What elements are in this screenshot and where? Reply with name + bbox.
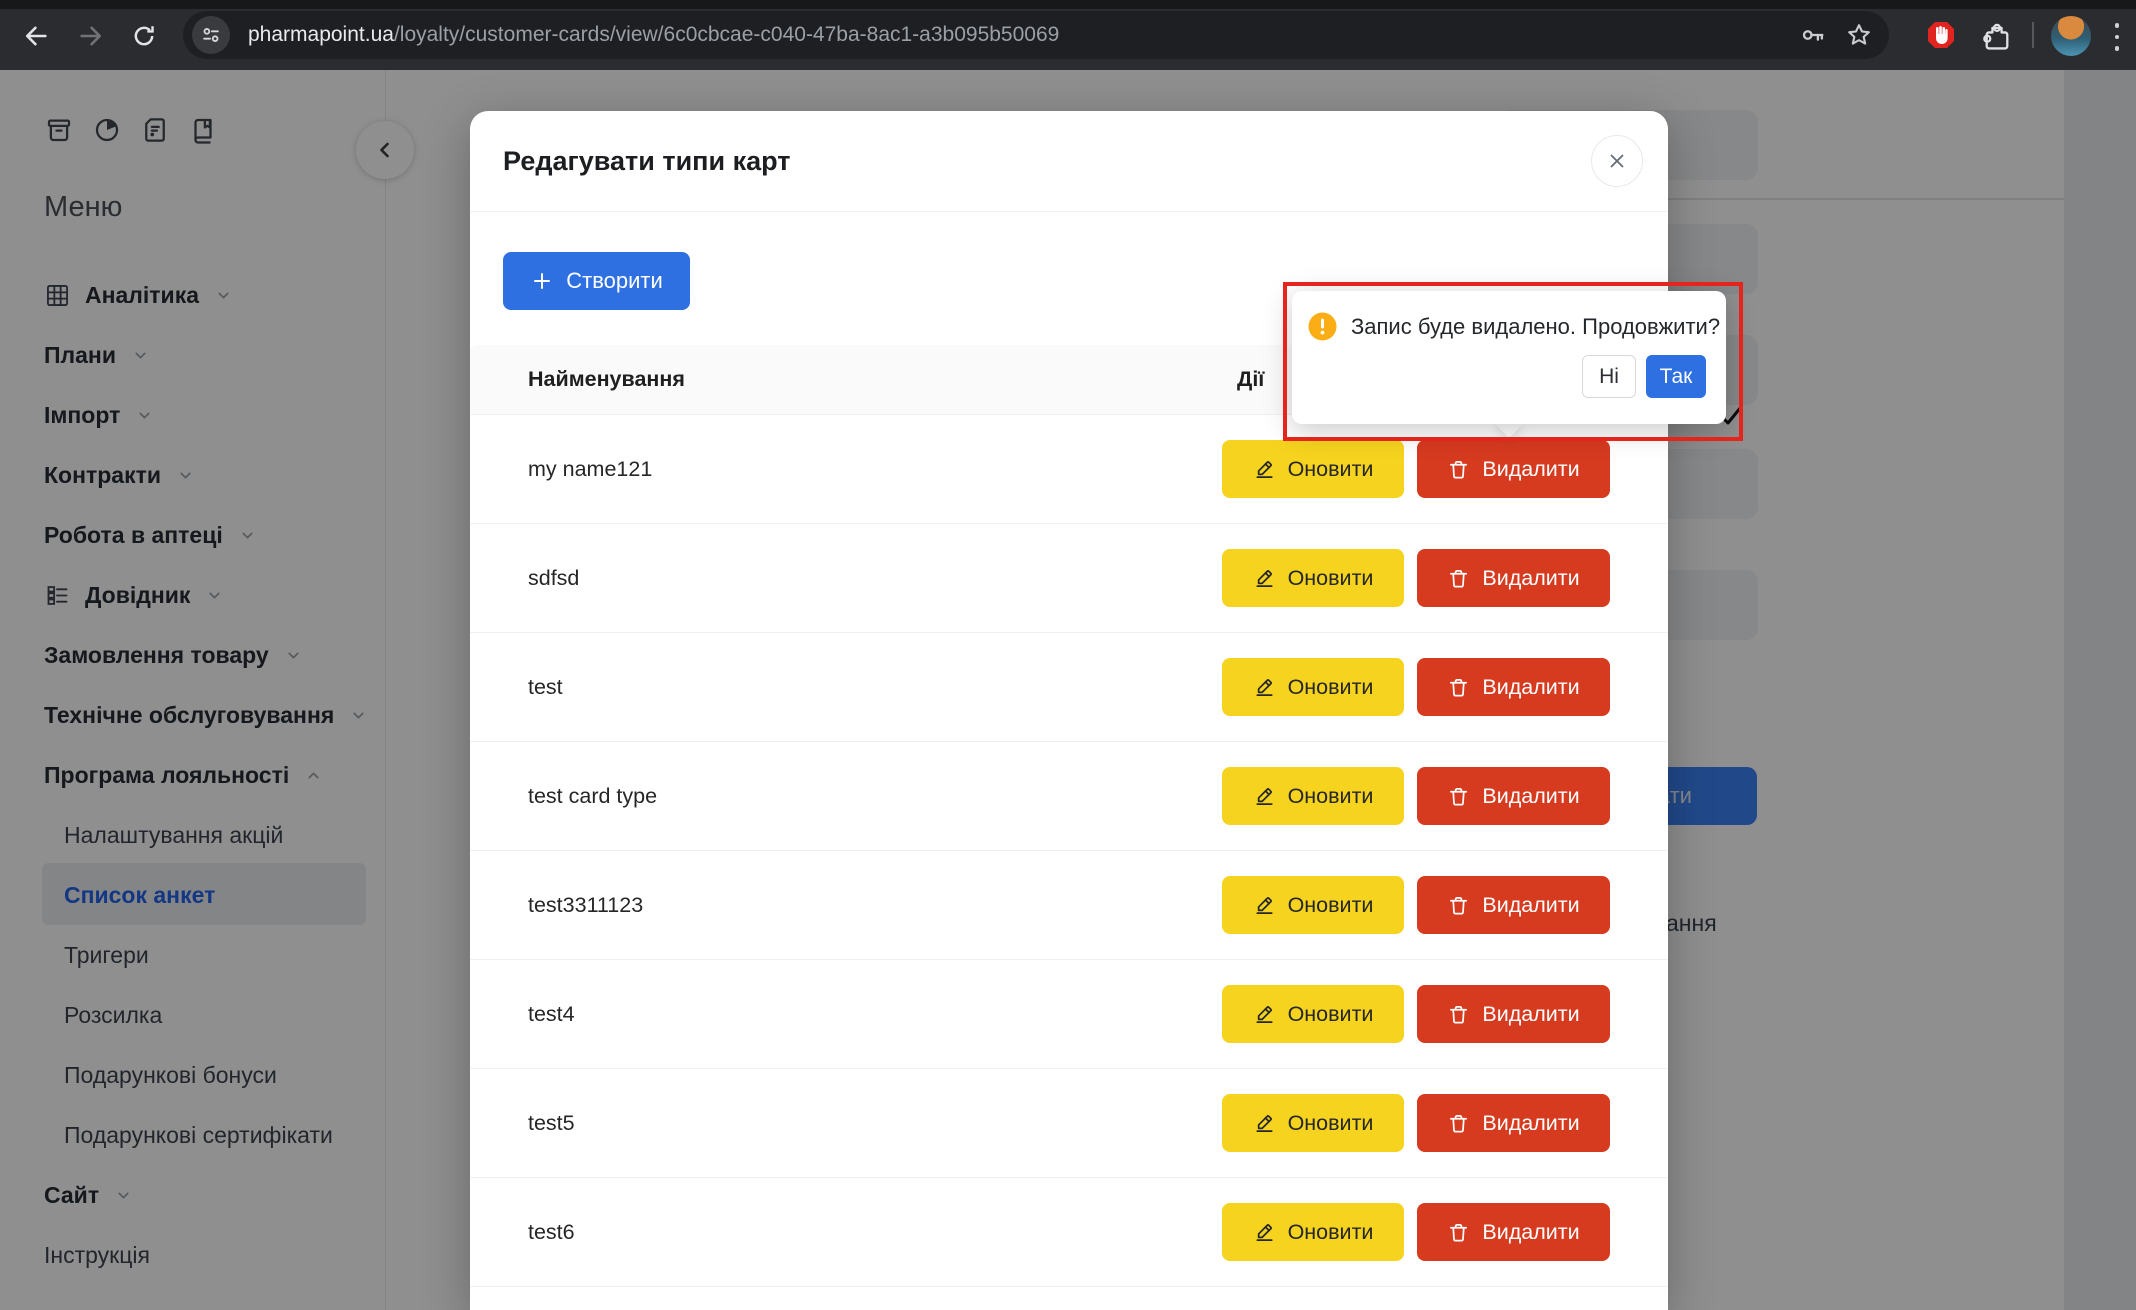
edit-pencil-icon: [1253, 567, 1276, 590]
plus-icon: [530, 269, 554, 293]
update-button[interactable]: Оновити: [1222, 876, 1404, 934]
warning-icon: [1308, 312, 1337, 341]
table-row: test5 Оновити Видалити: [470, 1069, 1668, 1178]
site-settings-icon[interactable]: [192, 16, 230, 54]
trash-icon: [1447, 1112, 1470, 1135]
trash-icon: [1447, 785, 1470, 808]
confirm-yes-button[interactable]: Так: [1646, 355, 1706, 398]
trash-icon: [1447, 567, 1470, 590]
create-button[interactable]: Створити: [503, 252, 690, 310]
delete-button[interactable]: Видалити: [1417, 985, 1610, 1043]
column-name-header: Найменування: [528, 367, 685, 392]
card-types-table: Найменування Дії my name121 Оновити Вида…: [470, 345, 1668, 1287]
update-button[interactable]: Оновити: [1222, 440, 1404, 498]
extensions-puzzle-icon[interactable]: [1981, 21, 2013, 53]
trash-icon: [1447, 676, 1470, 699]
update-button[interactable]: Оновити: [1222, 549, 1404, 607]
edit-pencil-icon: [1253, 458, 1276, 481]
chrome-menu-icon[interactable]: [2110, 21, 2124, 53]
edit-pencil-icon: [1253, 785, 1276, 808]
update-button[interactable]: Оновити: [1222, 1094, 1404, 1152]
window-frame: [0, 0, 2136, 9]
delete-button[interactable]: Видалити: [1417, 549, 1610, 607]
table-row: sdfsd Оновити Видалити: [470, 524, 1668, 633]
delete-button[interactable]: Видалити: [1417, 767, 1610, 825]
card-type-name: sdfsd: [528, 566, 1222, 591]
screenshot-root: pharmapoint.ua/loyalty/customer-cards/vi…: [0, 0, 2136, 1310]
popconfirm-message: Запис буде видалено. Продовжити?: [1351, 313, 1720, 341]
card-type-name: test3311123: [528, 893, 1222, 918]
delete-button[interactable]: Видалити: [1417, 876, 1610, 934]
card-type-name: test: [528, 675, 1222, 700]
card-type-name: test6: [528, 1220, 1222, 1245]
trash-icon: [1447, 1003, 1470, 1026]
delete-button[interactable]: Видалити: [1417, 1203, 1610, 1261]
edit-pencil-icon: [1253, 676, 1276, 699]
update-button[interactable]: Оновити: [1222, 767, 1404, 825]
table-row: test6 Оновити Видалити: [470, 1178, 1668, 1287]
password-key-icon[interactable]: [1799, 21, 1827, 49]
trash-icon: [1447, 458, 1470, 481]
trash-icon: [1447, 1221, 1470, 1244]
edit-pencil-icon: [1253, 1003, 1276, 1026]
table-row: test3311123 Оновити Видалити: [470, 851, 1668, 960]
card-type-name: my name121: [528, 457, 1222, 482]
close-button[interactable]: [1591, 135, 1643, 187]
url-domain: pharmapoint.ua: [248, 23, 394, 46]
edit-pencil-icon: [1253, 894, 1276, 917]
toolbar-separator: [2032, 22, 2034, 48]
bookmark-star-icon[interactable]: [1845, 21, 1873, 49]
confirm-no-button[interactable]: Ні: [1582, 355, 1636, 398]
delete-button[interactable]: Видалити: [1417, 440, 1610, 498]
update-button[interactable]: Оновити: [1222, 1203, 1404, 1261]
adblock-hand-icon[interactable]: [1925, 19, 1957, 51]
delete-confirm-popover: Запис буде видалено. Продовжити? Ні Так: [1292, 291, 1726, 424]
modal-header: Редагувати типи карт: [470, 111, 1668, 212]
edit-pencil-icon: [1253, 1221, 1276, 1244]
delete-button[interactable]: Видалити: [1417, 658, 1610, 716]
url-bar[interactable]: pharmapoint.ua/loyalty/customer-cards/vi…: [183, 11, 1889, 59]
table-row: test card type Оновити Видалити: [470, 742, 1668, 851]
update-button[interactable]: Оновити: [1222, 985, 1404, 1043]
table-row: my name121 Оновити Видалити: [470, 415, 1668, 524]
modal-title: Редагувати типи карт: [503, 146, 790, 177]
trash-icon: [1447, 894, 1470, 917]
update-button[interactable]: Оновити: [1222, 658, 1404, 716]
card-type-name: test card type: [528, 784, 1222, 809]
app-viewport: Меню Аналітика Плани Імпорт Контракти Ро…: [0, 70, 2136, 1310]
table-row: test4 Оновити Видалити: [470, 960, 1668, 1069]
card-type-name: test5: [528, 1111, 1222, 1136]
back-button[interactable]: [22, 22, 50, 50]
edit-pencil-icon: [1253, 1112, 1276, 1135]
url-text: pharmapoint.ua/loyalty/customer-cards/vi…: [248, 23, 1059, 47]
browser-toolbar: pharmapoint.ua/loyalty/customer-cards/vi…: [0, 0, 2136, 70]
profile-avatar[interactable]: [2051, 16, 2091, 56]
reload-button[interactable]: [130, 22, 158, 50]
delete-button[interactable]: Видалити: [1417, 1094, 1610, 1152]
card-type-name: test4: [528, 1002, 1222, 1027]
table-row: test Оновити Видалити: [470, 633, 1668, 742]
url-path: /loyalty/customer-cards/view/6c0cbcae-c0…: [394, 23, 1059, 46]
forward-button[interactable]: [77, 22, 105, 50]
column-actions-header: Дії: [1237, 367, 1264, 392]
